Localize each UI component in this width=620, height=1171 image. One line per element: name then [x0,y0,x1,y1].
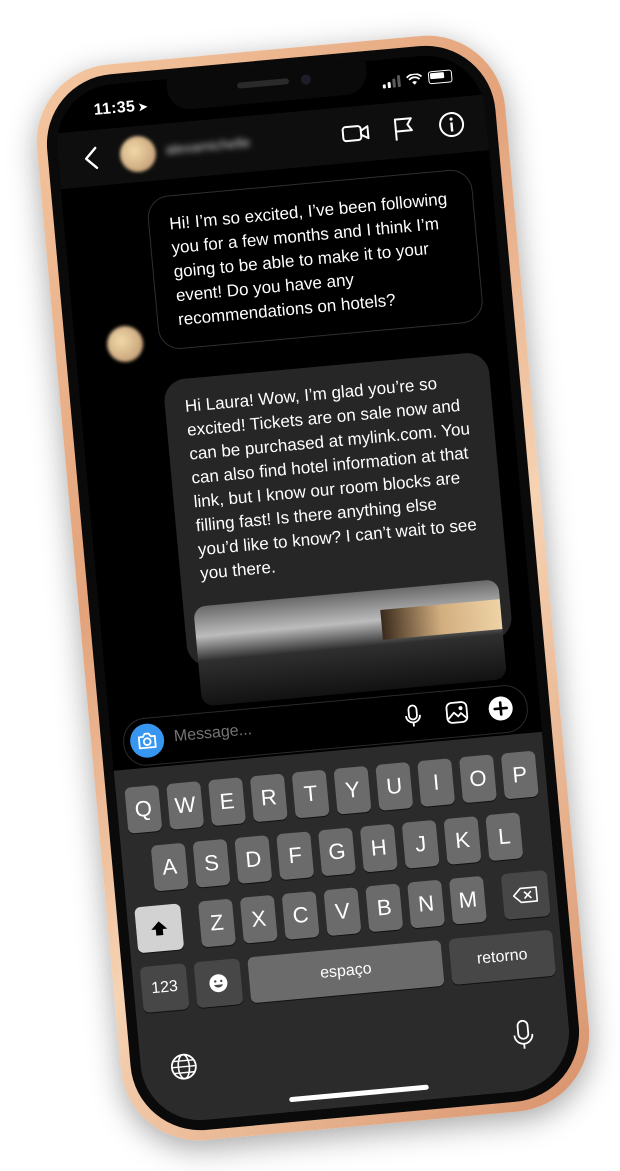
status-icons [382,69,453,89]
key-t[interactable]: T [291,769,330,819]
home-indicator[interactable] [289,1084,429,1103]
phone-frame: 11:35 ➤ alexamichelle Hi! I’m so excited… [30,28,596,1148]
key-l[interactable]: L [485,812,524,862]
key-v[interactable]: V [323,887,362,937]
key-a[interactable]: A [150,842,189,892]
backspace-icon[interactable] [500,869,551,920]
scene: 11:35 ➤ alexamichelle Hi! I’m so excited… [0,0,620,1171]
avatar[interactable] [118,134,158,174]
key-w[interactable]: W [166,781,205,830]
numbers-key[interactable]: 123 [139,963,190,1014]
message-input[interactable] [173,710,374,747]
status-time: 11:35 ➤ [93,97,148,120]
keyboard: Q W E R T Y U I O P A S D F G H J K L Z … [113,731,575,1126]
message-thread[interactable]: Hi! I’m so excited, I’ve been following … [60,150,543,777]
image-attachment[interactable] [193,579,508,707]
info-icon[interactable] [435,108,468,141]
header-actions [340,108,468,149]
key-p[interactable]: P [500,750,539,800]
image-detail [380,599,503,640]
flag-icon[interactable] [387,113,420,146]
key-d[interactable]: D [234,835,273,884]
key-o[interactable]: O [458,754,497,804]
location-arrow-icon: ➤ [137,101,149,114]
key-e[interactable]: E [207,777,247,827]
message-text: Hi Laura! Wow, I’m glad you’re so excite… [184,373,478,584]
dictation-icon[interactable] [508,1018,539,1052]
return-key[interactable]: retorno [448,929,557,985]
key-s[interactable]: S [192,838,231,888]
key-x[interactable]: X [239,894,278,944]
globe-icon[interactable] [168,1050,201,1083]
key-j[interactable]: J [401,819,440,869]
message-bubble-outgoing[interactable]: Hi! I’m so excited, I’ve been following … [145,167,485,351]
gallery-icon[interactable] [442,697,472,727]
composer-actions [398,693,516,731]
shift-icon[interactable] [134,903,185,954]
signal-icon [382,74,401,89]
video-call-icon[interactable] [340,117,373,150]
key-k[interactable]: K [443,816,482,865]
key-u[interactable]: U [375,762,414,811]
sender-avatar [105,324,145,364]
wifi-icon [406,72,423,86]
message-bubble-incoming[interactable]: Hi Laura! Wow, I’m glad you’re so excite… [162,351,514,707]
username[interactable]: alexamichelle [165,134,251,158]
key-i[interactable]: I [417,758,456,808]
key-y[interactable]: Y [333,765,372,815]
key-r[interactable]: R [249,773,288,823]
key-n[interactable]: N [407,879,446,929]
emoji-icon[interactable] [193,958,244,1009]
key-f[interactable]: F [276,831,315,881]
add-icon[interactable] [485,693,515,723]
microphone-icon[interactable] [398,701,428,731]
key-q[interactable]: Q [124,784,163,834]
key-h[interactable]: H [359,823,398,873]
front-camera [300,74,312,85]
space-key[interactable]: espaço [247,939,445,1004]
keyboard-row-3-letters: Z X C V B N M [197,875,487,948]
keyboard-bottom-bar [138,1003,570,1086]
key-m[interactable]: M [448,875,487,925]
camera-icon[interactable] [128,722,166,760]
earpiece-speaker [236,78,290,89]
back-icon[interactable] [79,143,105,173]
key-g[interactable]: G [318,827,357,877]
battery-icon [427,69,453,85]
key-c[interactable]: C [281,891,320,940]
status-time-label: 11:35 [93,98,136,119]
key-b[interactable]: B [365,883,404,933]
key-z[interactable]: Z [197,898,236,948]
